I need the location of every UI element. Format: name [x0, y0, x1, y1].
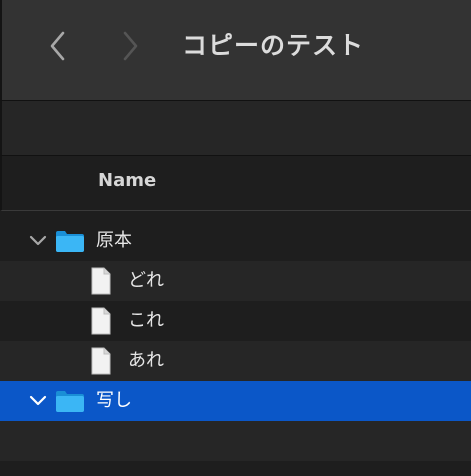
document-icon — [91, 347, 111, 375]
file-label: あれ — [128, 350, 164, 371]
file-label: どれ — [128, 270, 164, 291]
chevron-down-icon[interactable] — [28, 393, 48, 409]
list-item[interactable]: どれ — [0, 261, 471, 301]
folder-icon — [56, 231, 84, 252]
chevron-down-icon[interactable] — [28, 233, 48, 249]
back-button[interactable] — [43, 28, 73, 64]
finder-window: コピーのテスト Name 原本 どれ これ あれ 写し — [0, 0, 471, 476]
list-item-selected[interactable]: 写し — [0, 381, 471, 421]
file-list: 原本 どれ これ あれ 写し — [0, 221, 471, 461]
list-item[interactable]: あれ — [0, 341, 471, 381]
toolbar — [0, 100, 471, 156]
folder-label: 原本 — [96, 230, 132, 251]
column-header: Name — [0, 156, 471, 211]
title-bar: コピーのテスト — [0, 0, 471, 100]
chevron-right-icon — [123, 31, 138, 61]
file-label: これ — [128, 310, 164, 331]
window-title: コピーのテスト — [182, 31, 365, 60]
folder-icon — [56, 391, 84, 412]
chevron-left-icon — [50, 31, 65, 61]
document-icon — [91, 307, 111, 335]
forward-button[interactable] — [115, 28, 145, 64]
folder-label: 写し — [96, 390, 132, 411]
document-icon — [91, 267, 111, 295]
list-item[interactable]: 原本 — [0, 221, 471, 261]
column-header-name[interactable]: Name — [98, 170, 156, 191]
list-item[interactable]: これ — [0, 301, 471, 341]
empty-row — [0, 421, 471, 461]
